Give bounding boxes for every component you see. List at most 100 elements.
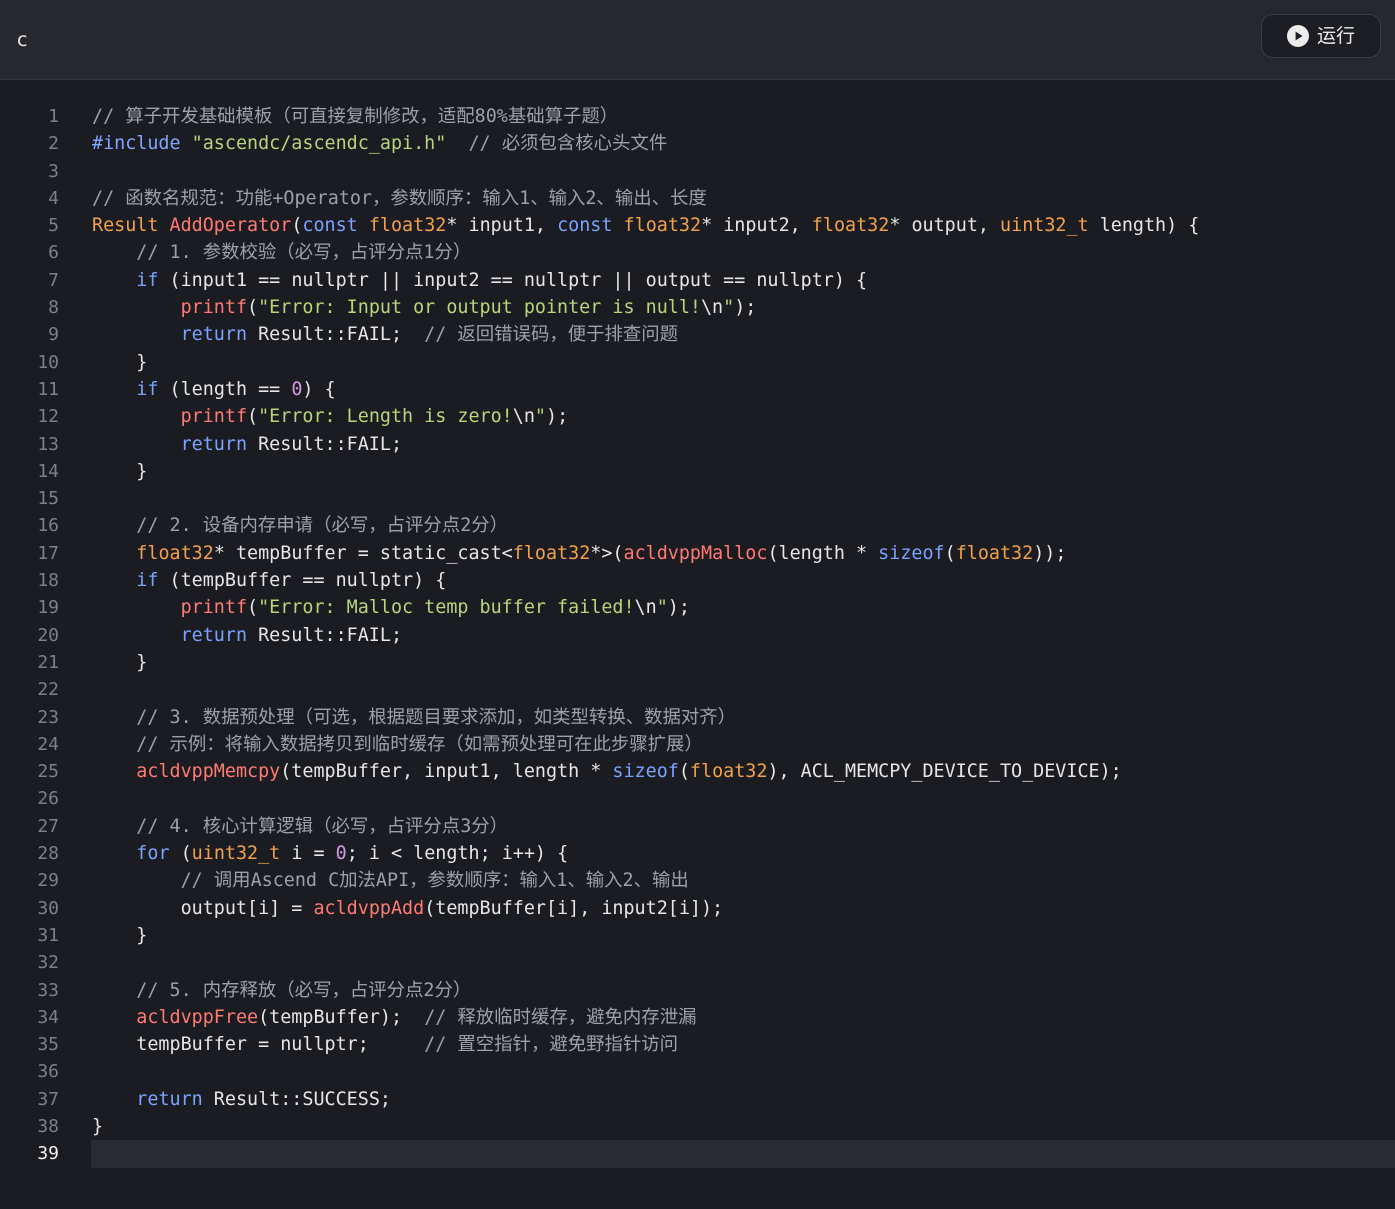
code-line[interactable]: 11 if (length == 0) { bbox=[0, 376, 1395, 403]
code-text: output[i] = acldvppAdd(tempBuffer[i], in… bbox=[91, 895, 1395, 922]
code-text: acldvppFree(tempBuffer); // 释放临时缓存，避免内存泄… bbox=[91, 1004, 1395, 1031]
line-number: 8 bbox=[48, 297, 59, 319]
code-line[interactable]: 30 output[i] = acldvppAdd(tempBuffer[i],… bbox=[0, 895, 1395, 922]
line-number: 3 bbox=[48, 160, 59, 182]
code-line[interactable]: 35 tempBuffer = nullptr; // 置空指针，避免野指针访问 bbox=[0, 1031, 1395, 1058]
code-token: acldvppMemcpy bbox=[136, 761, 281, 783]
code-token: output[i] = bbox=[92, 897, 314, 919]
code-line[interactable]: 34 acldvppFree(tempBuffer); // 释放临时缓存，避免… bbox=[0, 1004, 1395, 1031]
code-token: sizeof bbox=[612, 761, 679, 783]
code-token: // 5. 内存释放（必写，占评分点2分） bbox=[136, 979, 472, 1001]
code-line[interactable]: 26 bbox=[0, 785, 1395, 812]
code-line[interactable]: 5 Result AddOperator(const float32* input… bbox=[0, 212, 1395, 239]
code-token: float32 bbox=[955, 542, 1034, 564]
code-line[interactable]: 19 printf("Error: Malloc temp buffer fai… bbox=[0, 594, 1395, 621]
code-editor[interactable]: 1 // 算子开发基础模板（可直接复制修改，适配80%基础算子题） 2 #includ… bbox=[0, 103, 1395, 1168]
code-line[interactable]: 3 bbox=[0, 158, 1395, 185]
line-number: 30 bbox=[37, 897, 59, 919]
code-token: return bbox=[180, 624, 248, 646]
code-line[interactable]: 23 // 3. 数据预处理（可选，根据题目要求添加，如类型转换、数据对齐） bbox=[0, 704, 1395, 731]
code-line[interactable]: 6 // 1. 参数校验（必写，占评分点1分） bbox=[0, 239, 1395, 266]
code-token: if bbox=[136, 570, 159, 592]
code-token: Result::SUCCESS; bbox=[202, 1088, 391, 1110]
code-text: // 4. 核心计算逻辑（必写，占评分点3分） bbox=[91, 813, 1395, 840]
code-line[interactable]: 31 } bbox=[0, 922, 1395, 949]
code-line[interactable]: 8 printf("Error: Input or output pointer… bbox=[0, 294, 1395, 321]
code-text: return Result::FAIL; bbox=[91, 431, 1395, 458]
code-line[interactable]: 18 if (tempBuffer == nullptr) { bbox=[0, 567, 1395, 594]
code-token: ( bbox=[247, 597, 259, 619]
code-token: 0 bbox=[291, 378, 303, 400]
code-token: length) { bbox=[1088, 215, 1200, 237]
code-token: AddOperator bbox=[169, 215, 292, 237]
run-button[interactable]: 运行 bbox=[1261, 14, 1381, 58]
code-text: } bbox=[91, 1113, 1395, 1140]
code-token: Result bbox=[92, 215, 159, 237]
code-line[interactable]: 36 bbox=[0, 1058, 1395, 1085]
code-line[interactable]: 15 bbox=[0, 485, 1395, 512]
code-text: printf("Error: Length is zero!\n"); bbox=[91, 403, 1395, 430]
code-token: (length * bbox=[767, 542, 879, 564]
code-line[interactable]: 2 #include "ascendc/ascendc_api.h" // 必须包… bbox=[0, 130, 1395, 157]
code-text: tempBuffer = nullptr; // 置空指针，避免野指针访问 bbox=[91, 1031, 1395, 1058]
code-line[interactable]: 25 acldvppMemcpy(tempBuffer, input1, len… bbox=[0, 758, 1395, 785]
code-token: } bbox=[92, 651, 148, 673]
code-line[interactable]: 28 for (uint32_t i = 0; i < length; i++)… bbox=[0, 840, 1395, 867]
code-line[interactable]: 21 } bbox=[0, 649, 1395, 676]
line-number: 27 bbox=[37, 815, 59, 837]
code-token: // 示例：将输入数据拷贝到临时缓存（如需预处理可在此步骤扩展） bbox=[136, 733, 703, 755]
code-text: // 算子开发基础模板（可直接复制修改，适配80%基础算子题） bbox=[91, 103, 1395, 130]
line-number: 12 bbox=[37, 406, 59, 428]
code-token: ( bbox=[247, 297, 259, 319]
code-line[interactable]: 10 } bbox=[0, 349, 1395, 376]
code-token: // 1. 参数校验（必写，占评分点1分） bbox=[136, 242, 472, 264]
code-line[interactable]: 22 bbox=[0, 676, 1395, 703]
code-line[interactable]: 1 // 算子开发基础模板（可直接复制修改，适配80%基础算子题） bbox=[0, 103, 1395, 130]
code-token: (tempBuffer == nullptr) { bbox=[158, 570, 447, 592]
code-line[interactable]: 24 // 示例：将输入数据拷贝到临时缓存（如需预处理可在此步骤扩展） bbox=[0, 731, 1395, 758]
code-text: // 2. 设备内存申请（必写，占评分点2分） bbox=[91, 512, 1395, 539]
line-number: 36 bbox=[37, 1061, 59, 1083]
code-text: float32* tempBuffer = static_cast<float3… bbox=[91, 540, 1395, 567]
code-line[interactable]: 38} bbox=[0, 1113, 1395, 1140]
code-line[interactable]: 14 } bbox=[0, 458, 1395, 485]
code-token: float32 bbox=[136, 542, 214, 564]
code-line[interactable]: 9 return Result::FAIL; // 返回错误码，便于排查问题 bbox=[0, 321, 1395, 348]
code-token: const bbox=[302, 215, 358, 237]
code-line[interactable]: 33 // 5. 内存释放（必写，占评分点2分） bbox=[0, 977, 1395, 1004]
code-token: tempBuffer = nullptr; bbox=[92, 1034, 425, 1056]
code-line[interactable]: 39 bbox=[0, 1140, 1395, 1168]
code-line[interactable]: 13 return Result::FAIL; bbox=[0, 431, 1395, 458]
code-token: (tempBuffer[i], input2[i]); bbox=[424, 897, 724, 919]
code-token: acldvppMalloc bbox=[623, 542, 768, 564]
line-number: 9 bbox=[48, 324, 59, 346]
code-line[interactable]: 27 // 4. 核心计算逻辑（必写，占评分点3分） bbox=[0, 813, 1395, 840]
code-line[interactable]: 16 // 2. 设备内存申请（必写，占评分点2分） bbox=[0, 512, 1395, 539]
code-token: return bbox=[180, 324, 248, 346]
code-line[interactable]: 4 // 函数名规范：功能+Operator，参数顺序：输入1、输入2、输出、长度 bbox=[0, 185, 1395, 212]
code-line[interactable]: 32 bbox=[0, 949, 1395, 976]
line-number: 10 bbox=[37, 351, 59, 373]
line-number: 35 bbox=[37, 1034, 59, 1056]
code-line[interactable]: 20 return Result::FAIL; bbox=[0, 622, 1395, 649]
code-line[interactable]: 7 if (input1 == nullptr || input2 == nul… bbox=[0, 267, 1395, 294]
code-line[interactable]: 37 return Result::SUCCESS; bbox=[0, 1086, 1395, 1113]
play-icon bbox=[1286, 25, 1309, 47]
code-token: ), ACL_MEMCPY_DEVICE_TO_DEVICE); bbox=[767, 761, 1122, 783]
code-line[interactable]: 12 printf("Error: Length is zero!\n"); bbox=[0, 403, 1395, 430]
code-line[interactable]: 29 // 调用Ascend C加法API，参数顺序：输入1、输入2、输出 bbox=[0, 867, 1395, 894]
line-number: 7 bbox=[48, 269, 59, 291]
code-line[interactable]: 17 float32* tempBuffer = static_cast<flo… bbox=[0, 540, 1395, 567]
